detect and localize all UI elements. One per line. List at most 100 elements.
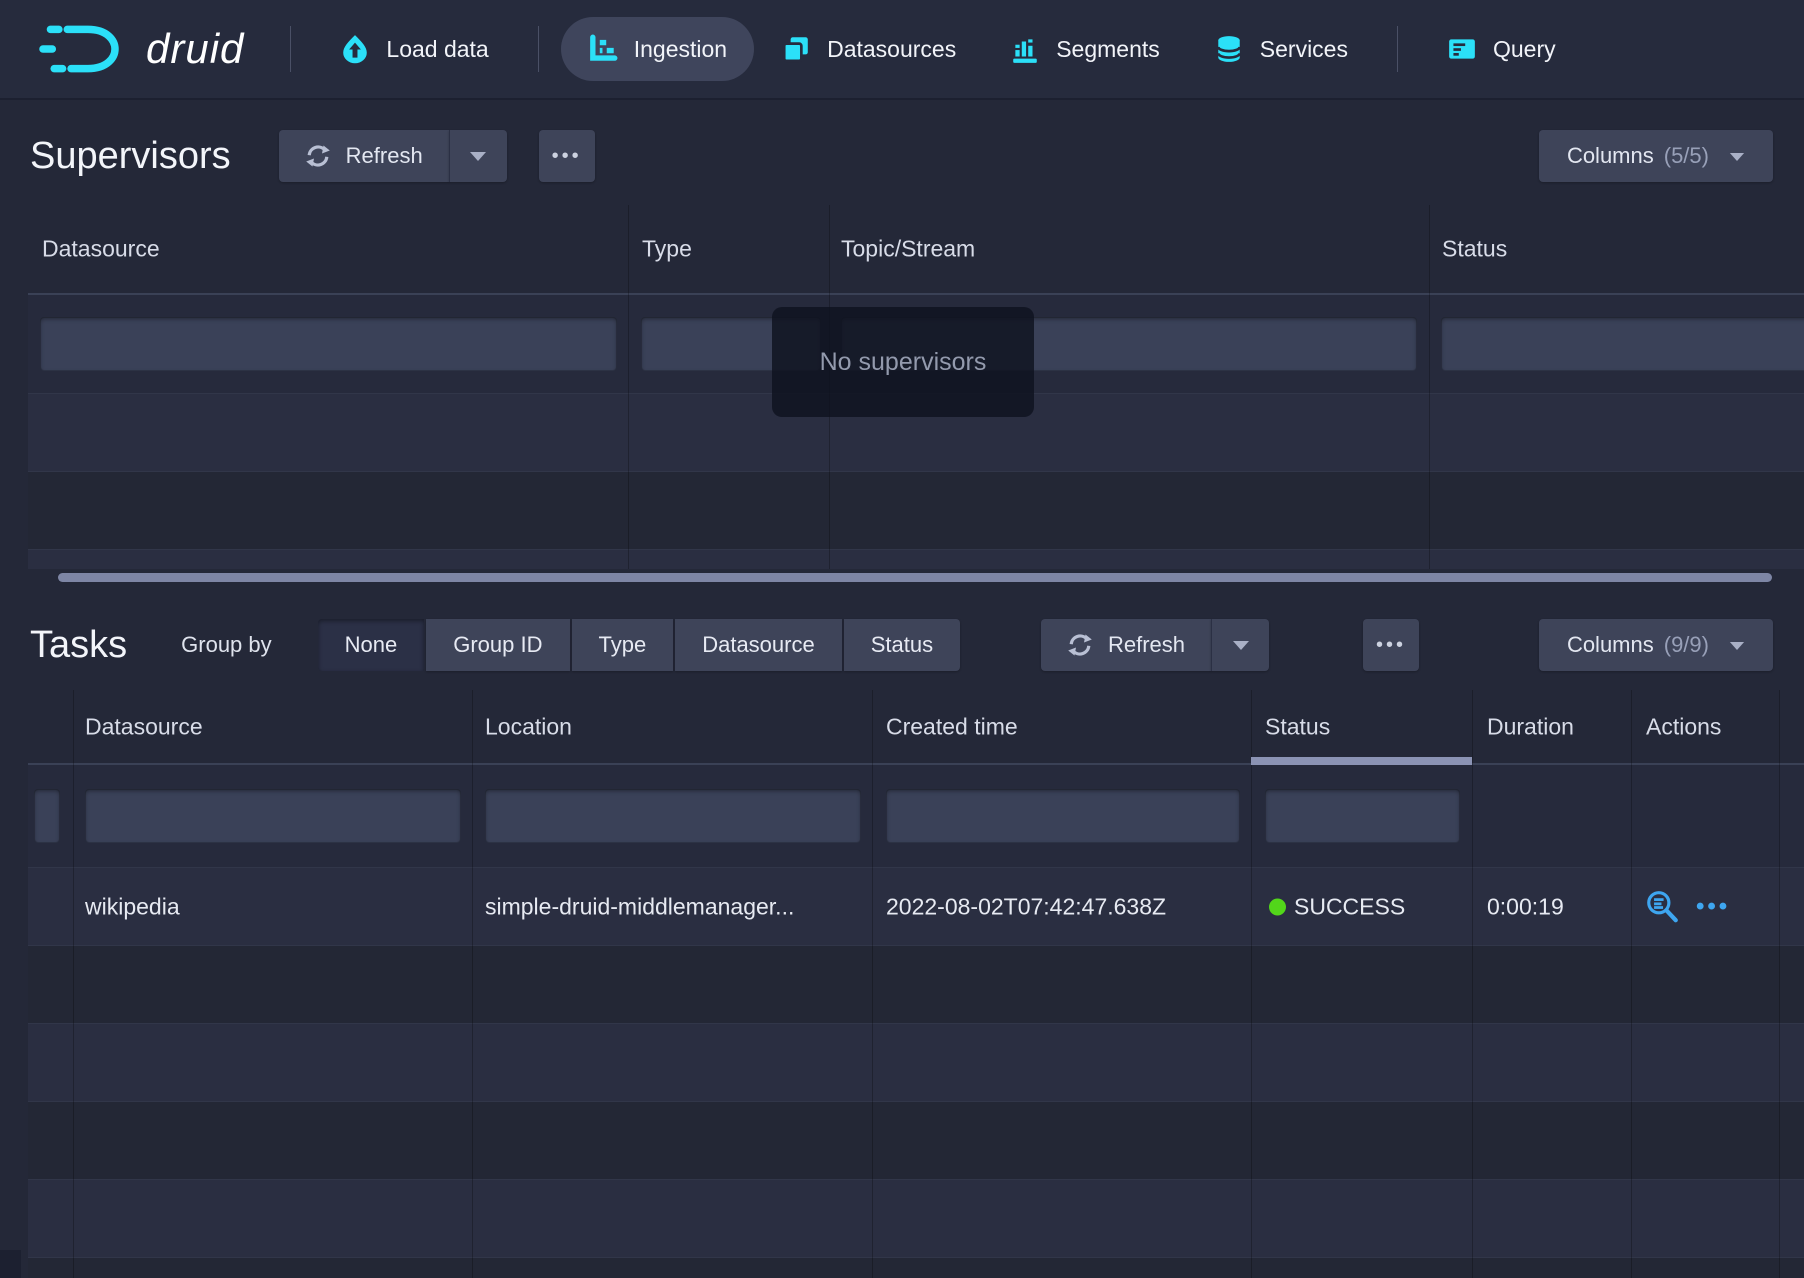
datasources-icon bbox=[781, 34, 811, 64]
nav-item-label: Segments bbox=[1056, 36, 1160, 63]
location-filter-input[interactable] bbox=[485, 789, 861, 843]
supervisors-columns-button[interactable]: Columns (5/5) bbox=[1539, 130, 1773, 182]
nav-item-query[interactable]: Query bbox=[1420, 17, 1583, 81]
chevron-down-icon bbox=[1729, 640, 1745, 651]
inspect-task-icon[interactable] bbox=[1644, 889, 1680, 925]
group-by-none-button[interactable]: None bbox=[318, 619, 425, 671]
tasks-toolbar: Tasks Group by None Group ID Type Dataso… bbox=[0, 611, 1804, 679]
cell-status: SUCCESS bbox=[1294, 893, 1405, 920]
nav-item-datasources[interactable]: Datasources bbox=[754, 17, 983, 81]
druid-logo-icon bbox=[38, 20, 134, 78]
ingestion-icon bbox=[588, 34, 618, 64]
chevron-down-icon bbox=[469, 150, 487, 162]
refresh-label: Refresh bbox=[346, 143, 423, 169]
refresh-label: Refresh bbox=[1108, 632, 1185, 658]
tasks-more-button[interactable]: ••• bbox=[1363, 619, 1419, 671]
empty-message: No supervisors bbox=[820, 348, 987, 377]
datasource-filter-input[interactable] bbox=[85, 789, 461, 843]
task-actions-menu-icon[interactable]: ••• bbox=[1696, 893, 1730, 921]
expander-filter-input[interactable] bbox=[34, 789, 60, 843]
segments-icon bbox=[1010, 34, 1040, 64]
nav-item-label: Services bbox=[1260, 36, 1348, 63]
no-supervisors-overlay: No supervisors bbox=[772, 307, 1034, 417]
column-header-location[interactable]: Location bbox=[485, 713, 572, 740]
cell-created-time: 2022-08-02T07:42:47.638Z bbox=[886, 893, 1166, 920]
nav-item-segments[interactable]: Segments bbox=[983, 17, 1187, 81]
column-header-duration[interactable]: Duration bbox=[1487, 713, 1574, 740]
status-success-dot bbox=[1269, 898, 1286, 915]
columns-label: Columns bbox=[1567, 143, 1654, 169]
cell-datasource: wikipedia bbox=[85, 893, 180, 920]
horizontal-scrollbar[interactable] bbox=[58, 573, 1772, 582]
status-filter-input[interactable] bbox=[1265, 789, 1460, 843]
column-header-status[interactable]: Status bbox=[1442, 236, 1507, 263]
empty-table-row bbox=[28, 1023, 1804, 1101]
datasource-filter-input[interactable] bbox=[40, 317, 617, 371]
refresh-button[interactable]: Refresh bbox=[1041, 619, 1211, 671]
status-filter-input[interactable] bbox=[1441, 317, 1804, 371]
refresh-icon bbox=[305, 143, 331, 169]
column-divider bbox=[628, 205, 629, 569]
group-by-button-group: None Group ID Type Datasource Status bbox=[318, 619, 960, 671]
column-header-status[interactable]: Status bbox=[1265, 713, 1330, 740]
column-divider bbox=[1779, 690, 1780, 1278]
table-row-wikipedia[interactable]: wikipedia simple-druid-middlemanager... … bbox=[28, 867, 1804, 945]
nav-item-label: Ingestion bbox=[634, 36, 727, 63]
column-header-actions[interactable]: Actions bbox=[1646, 713, 1721, 740]
nav-divider bbox=[538, 26, 539, 72]
tasks-refresh-split-button: Refresh bbox=[1041, 619, 1269, 671]
group-by-status-button[interactable]: Status bbox=[844, 619, 960, 671]
column-header-type[interactable]: Type bbox=[642, 236, 692, 263]
column-divider bbox=[73, 690, 74, 1278]
cell-location: simple-druid-middlemanager... bbox=[485, 893, 794, 920]
scrollbar-corner bbox=[0, 1250, 21, 1278]
top-navbar: druid Load data Ingestion bbox=[0, 0, 1804, 100]
tasks-filter-row bbox=[28, 765, 1804, 867]
column-header-topic-stream[interactable]: Topic/Stream bbox=[841, 236, 975, 263]
brand-name: druid bbox=[146, 25, 244, 73]
empty-table-row bbox=[28, 471, 1804, 549]
more-icon: ••• bbox=[552, 145, 582, 168]
columns-label: Columns bbox=[1567, 632, 1654, 658]
column-divider bbox=[872, 690, 873, 1278]
load-data-icon bbox=[340, 34, 370, 64]
column-header-datasource[interactable]: Datasource bbox=[85, 713, 203, 740]
supervisors-title: Supervisors bbox=[30, 135, 231, 178]
column-divider bbox=[1631, 690, 1632, 1278]
group-by-group-id-button[interactable]: Group ID bbox=[426, 619, 569, 671]
columns-count: (9/9) bbox=[1664, 632, 1709, 658]
column-header-datasource[interactable]: Datasource bbox=[42, 236, 160, 263]
nav-item-load-data[interactable]: Load data bbox=[313, 17, 515, 81]
column-divider bbox=[1472, 690, 1473, 1278]
nav-item-ingestion[interactable]: Ingestion bbox=[561, 17, 754, 81]
column-header-created-time[interactable]: Created time bbox=[886, 713, 1018, 740]
nav-item-label: Query bbox=[1493, 36, 1556, 63]
nav-item-services[interactable]: Services bbox=[1187, 17, 1375, 81]
columns-count: (5/5) bbox=[1664, 143, 1709, 169]
refresh-button[interactable]: Refresh bbox=[279, 130, 449, 182]
empty-table-row bbox=[28, 1101, 1804, 1179]
tasks-table: Datasource Location Created time Status … bbox=[28, 690, 1804, 1278]
refresh-interval-caret-button[interactable] bbox=[1211, 619, 1269, 671]
column-divider bbox=[472, 690, 473, 1278]
empty-table-row bbox=[28, 945, 1804, 1023]
nav-item-label: Datasources bbox=[827, 36, 956, 63]
group-by-label: Group by bbox=[181, 632, 272, 658]
group-by-type-button[interactable]: Type bbox=[572, 619, 674, 671]
chevron-down-icon bbox=[1232, 639, 1250, 651]
tasks-columns-button[interactable]: Columns (9/9) bbox=[1539, 619, 1773, 671]
created-time-filter-input[interactable] bbox=[886, 789, 1240, 843]
column-divider bbox=[1251, 690, 1252, 1278]
chevron-down-icon bbox=[1729, 151, 1745, 162]
nav-divider bbox=[290, 26, 291, 72]
supervisors-more-button[interactable]: ••• bbox=[539, 130, 595, 182]
group-by-datasource-button[interactable]: Datasource bbox=[675, 619, 842, 671]
nav-divider bbox=[1397, 26, 1398, 72]
services-icon bbox=[1214, 34, 1244, 64]
refresh-interval-caret-button[interactable] bbox=[449, 130, 507, 182]
tasks-table-header: Datasource Location Created time Status … bbox=[28, 690, 1804, 765]
query-icon bbox=[1447, 34, 1477, 64]
empty-table-row bbox=[28, 1257, 1804, 1278]
supervisors-table-header: Datasource Type Topic/Stream Status bbox=[28, 205, 1804, 295]
druid-logo[interactable]: druid bbox=[38, 20, 244, 78]
